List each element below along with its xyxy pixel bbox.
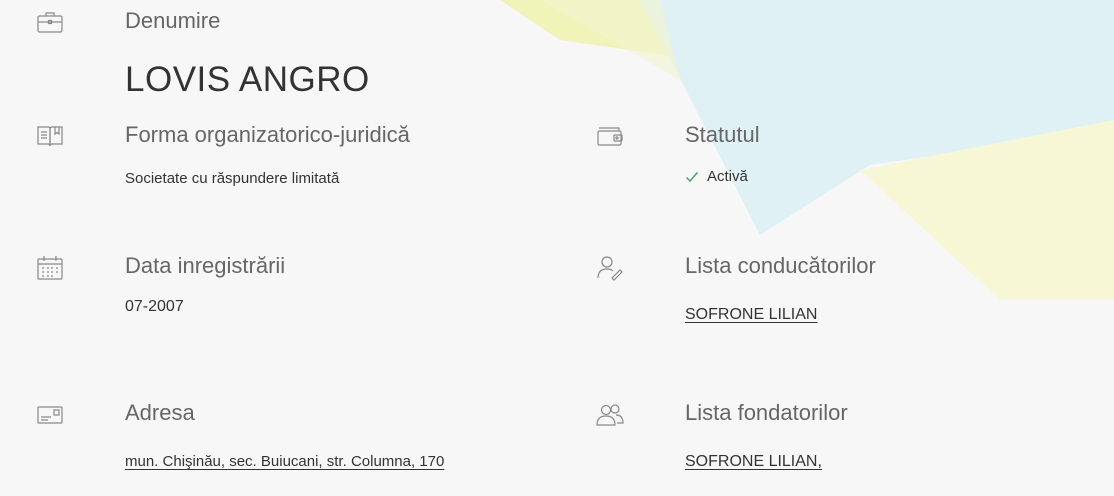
data-label: Data inregistrării <box>125 253 286 278</box>
denumire-label: Denumire <box>125 8 221 33</box>
status-badge: Activă <box>685 168 748 185</box>
people-icon <box>595 400 625 430</box>
fondator-link[interactable]: SOFRONE LILIAN, <box>685 453 822 471</box>
statut-label: Statutul <box>685 122 760 147</box>
adresa-label: Adresa <box>125 400 195 425</box>
fondatori-label: Lista fondatorilor <box>685 400 848 425</box>
person-icon <box>595 253 625 283</box>
wallet-icon <box>595 121 625 151</box>
status-value: Activă <box>707 168 748 185</box>
briefcase-icon <box>35 7 65 37</box>
address-card-icon <box>35 400 65 430</box>
check-icon <box>686 171 699 182</box>
calendar-icon <box>35 253 65 283</box>
conducatori-label: Lista conducătorilor <box>685 253 876 278</box>
conducator-link[interactable]: SOFRONE LILIAN <box>685 306 817 324</box>
data-value: 07-2007 <box>125 298 184 315</box>
adresa-link[interactable]: mun. Chişinău, sec. Buiucani, str. Colum… <box>125 453 444 470</box>
forma-label: Forma organizatorico-juridică <box>125 122 410 147</box>
forma-value: Societate cu răspundere limitată <box>125 170 340 187</box>
company-name: LOVIS ANGRO <box>125 60 370 99</box>
book-icon <box>35 121 65 151</box>
